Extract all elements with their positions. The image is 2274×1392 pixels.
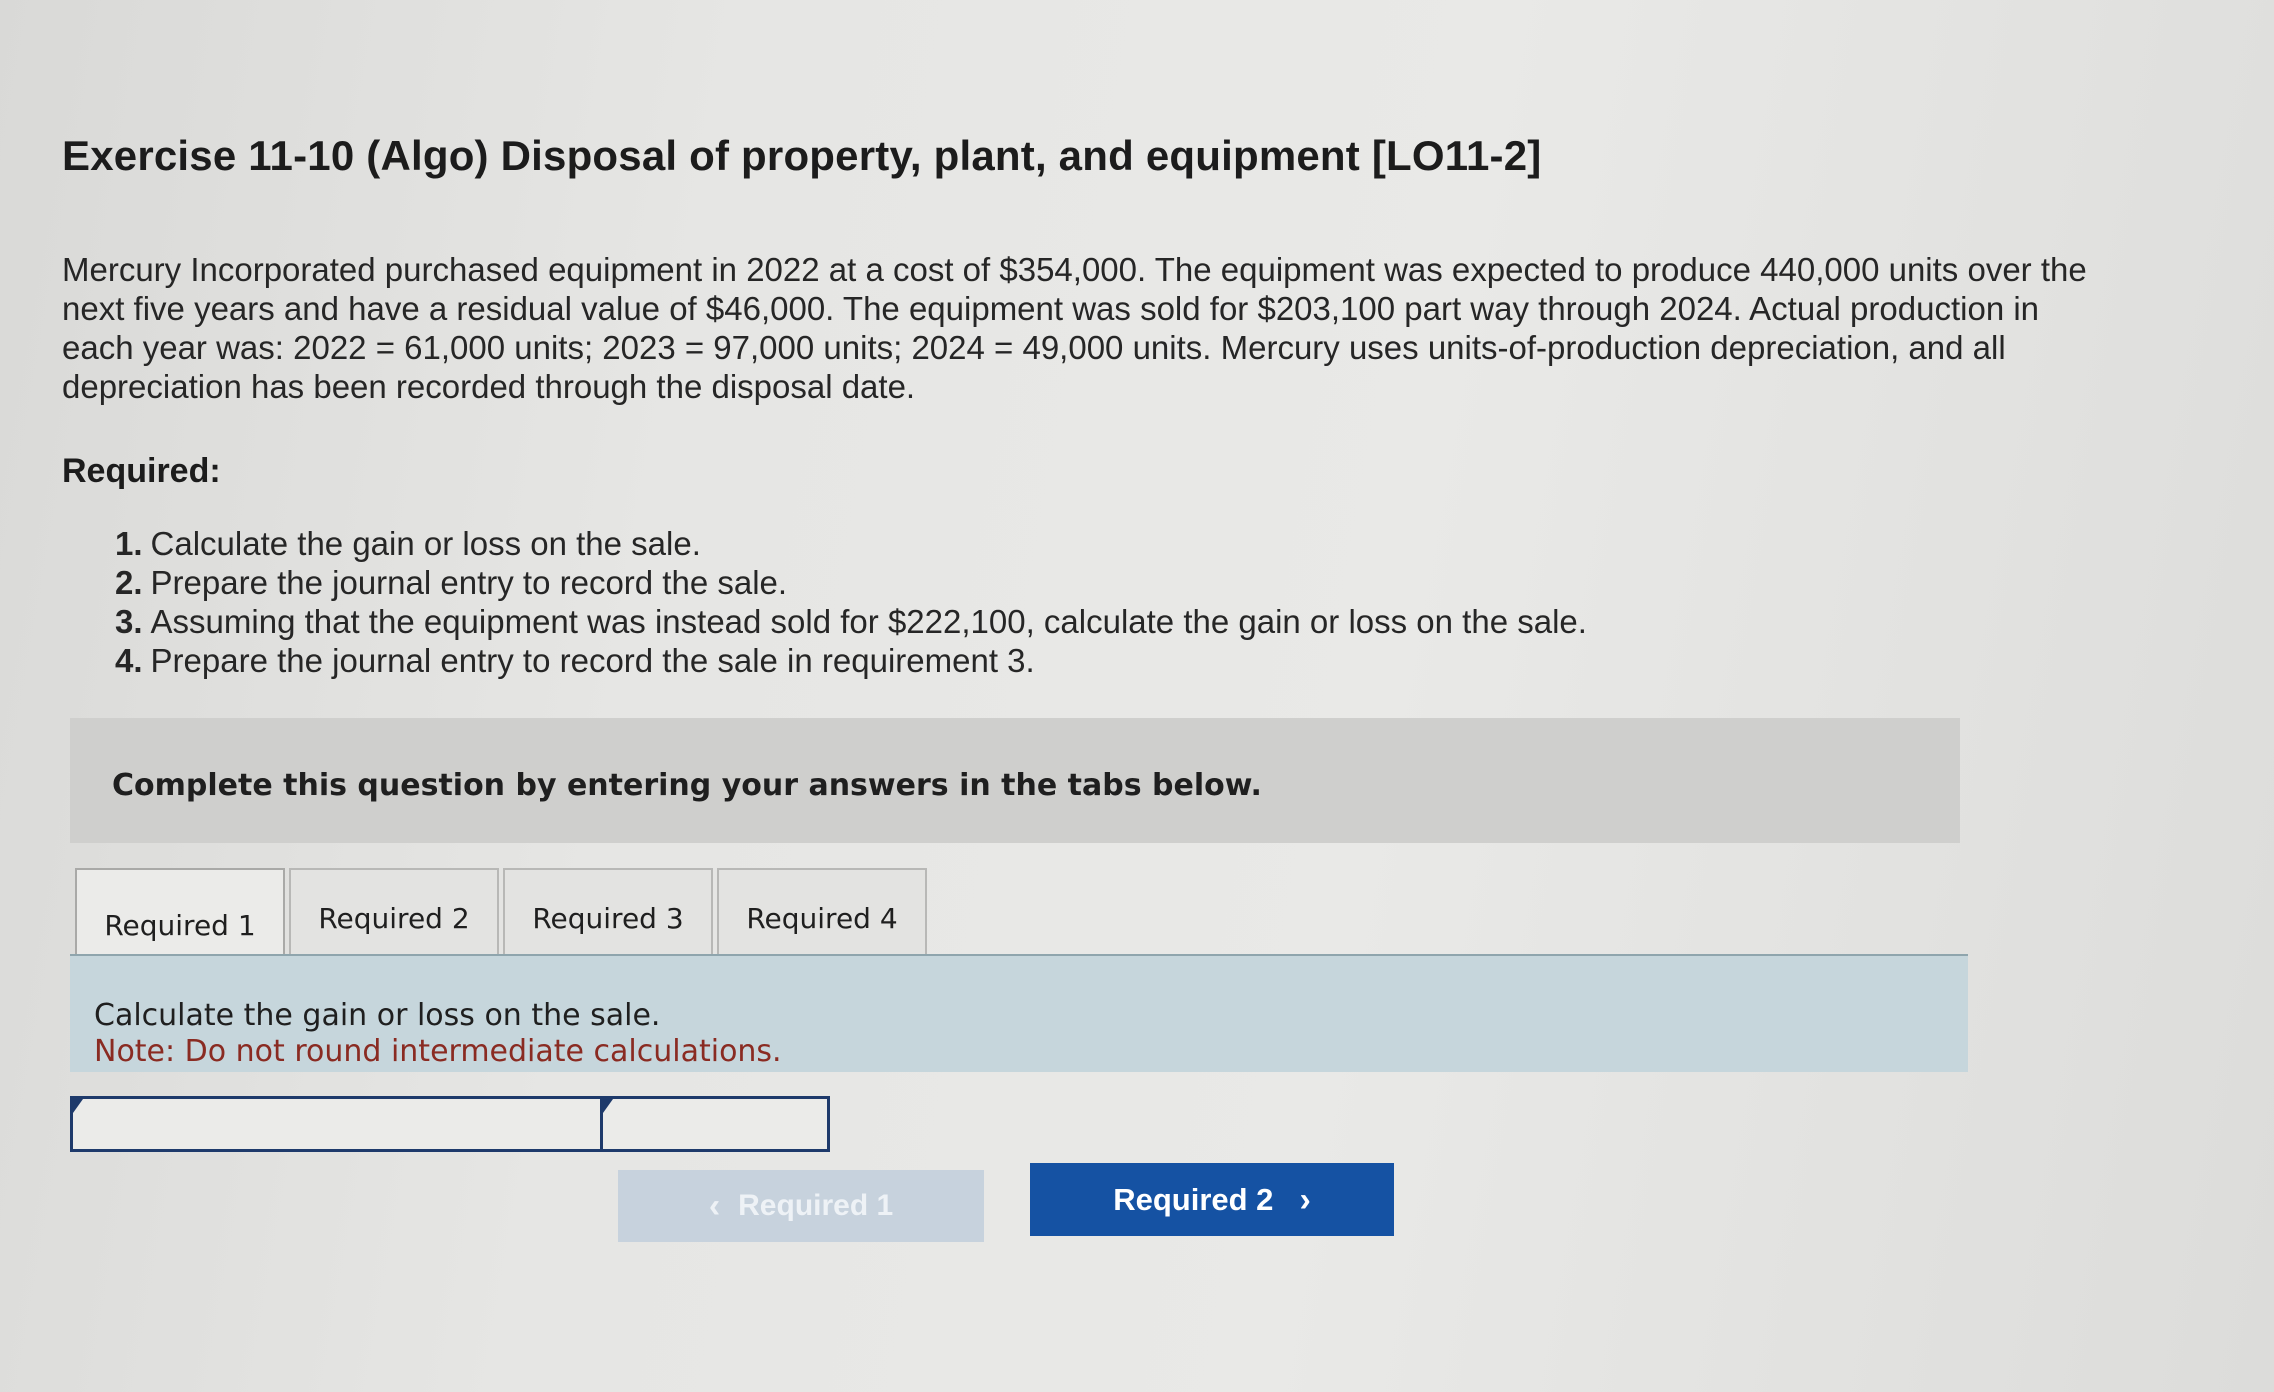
gain-loss-amount-input[interactable] bbox=[603, 1099, 827, 1149]
answer-row bbox=[70, 1096, 830, 1152]
input-marker-icon bbox=[603, 1099, 613, 1113]
requirement-item: 4. Prepare the journal entry to record th… bbox=[115, 641, 1587, 680]
gain-loss-label-input[interactable] bbox=[73, 1099, 600, 1149]
tab-required-4[interactable]: Required 4 bbox=[717, 868, 927, 968]
panel-prompt: Calculate the gain or loss on the sale. bbox=[94, 998, 661, 1033]
requirement-number: 1. bbox=[115, 525, 143, 562]
requirement-text: Assuming that the equipment was instead … bbox=[150, 603, 1587, 640]
requirement-item: 1. Calculate the gain or loss on the sale… bbox=[115, 524, 1587, 563]
instruction-text: Complete this question by entering your … bbox=[112, 768, 1262, 803]
gain-loss-amount-cell bbox=[603, 1099, 827, 1149]
tab-required-3[interactable]: Required 3 bbox=[503, 868, 713, 968]
previous-button-label: Required 1 bbox=[738, 1189, 894, 1222]
requirement-number: 2. bbox=[115, 564, 143, 601]
next-button-label: Required 2 bbox=[1113, 1181, 1274, 1217]
requirement-text: Calculate the gain or loss on the sale. bbox=[150, 525, 701, 562]
requirements-list: 1. Calculate the gain or loss on the sale… bbox=[115, 524, 1587, 680]
chevron-left-icon: ‹ bbox=[708, 1187, 721, 1225]
exercise-page: Exercise 11-10 (Algo) Disposal of proper… bbox=[0, 0, 2274, 1392]
tab-panel-required-1: Calculate the gain or loss on the sale. … bbox=[70, 954, 1968, 1072]
requirement-number: 4. bbox=[115, 642, 143, 679]
page-title: Exercise 11-10 (Algo) Disposal of proper… bbox=[62, 132, 1542, 179]
required-heading: Required: bbox=[62, 452, 221, 490]
requirement-item: 2. Prepare the journal entry to record th… bbox=[115, 563, 1587, 602]
requirement-number: 3. bbox=[115, 603, 143, 640]
gain-loss-label-cell bbox=[73, 1099, 603, 1149]
panel-note: Note: Do not round intermediate calculat… bbox=[94, 1034, 782, 1069]
instruction-banner: Complete this question by entering your … bbox=[70, 718, 1960, 843]
tab-required-2[interactable]: Required 2 bbox=[289, 868, 499, 968]
dropdown-marker-icon bbox=[73, 1099, 83, 1113]
previous-required-button[interactable]: ‹ Required 1 bbox=[618, 1170, 984, 1242]
chevron-right-icon: › bbox=[1299, 1180, 1311, 1219]
requirement-item: 3. Assuming that the equipment was instea… bbox=[115, 602, 1587, 641]
requirement-text: Prepare the journal entry to record the … bbox=[150, 564, 788, 601]
requirement-text: Prepare the journal entry to record the … bbox=[150, 642, 1035, 679]
next-required-button[interactable]: Required 2 › bbox=[1030, 1163, 1394, 1236]
problem-description: Mercury Incorporated purchased equipment… bbox=[62, 251, 2087, 405]
